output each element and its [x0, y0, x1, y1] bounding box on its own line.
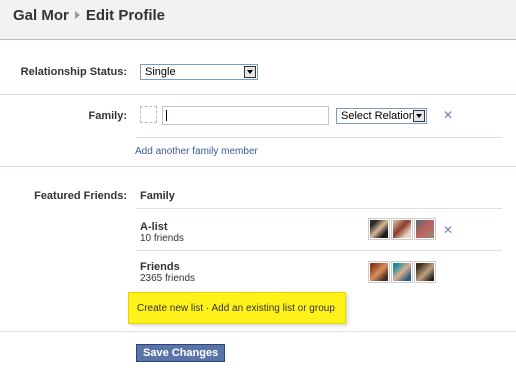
relation-select-value: Select Relation: — [341, 110, 419, 122]
friend-avatar[interactable] — [368, 218, 390, 240]
divider — [0, 94, 516, 95]
list-item-count: 10 friends — [140, 233, 184, 244]
divider — [136, 250, 502, 251]
divider — [0, 331, 516, 332]
chevron-down-icon[interactable] — [244, 66, 256, 78]
friend-avatar[interactable] — [414, 261, 436, 283]
page-header: Gal Mor Edit Profile — [0, 0, 516, 40]
family-label: Family: — [88, 110, 127, 122]
featured-friends-label: Featured Friends: — [34, 190, 127, 202]
create-list-tooltip-text[interactable]: Create new list · Add an existing list o… — [137, 303, 335, 314]
chevron-down-icon[interactable] — [413, 110, 425, 122]
divider — [136, 208, 502, 209]
breadcrumb-separator-icon — [74, 11, 80, 20]
divider — [136, 137, 502, 138]
remove-list-close-icon[interactable]: ✕ — [443, 223, 453, 237]
create-list-tooltip: Create new list · Add an existing list o… — [128, 292, 346, 324]
relation-select[interactable]: Select Relation: — [336, 108, 427, 124]
save-changes-button[interactable]: Save Changes — [136, 344, 226, 362]
page-title: Edit Profile — [85, 7, 166, 24]
friend-avatar[interactable] — [368, 261, 390, 283]
relationship-status-value: Single — [145, 66, 176, 78]
featured-family-item: Family — [140, 190, 175, 202]
relationship-status-label: Relationship Status: — [20, 66, 127, 78]
family-member-photo-placeholder — [140, 106, 157, 123]
remove-family-member-close-icon[interactable]: ✕ — [443, 108, 453, 122]
friend-avatar[interactable] — [391, 261, 413, 283]
breadcrumb-profile-name[interactable]: Gal Mor — [13, 7, 69, 24]
text-caret — [166, 110, 167, 121]
list-item-name[interactable]: A-list — [140, 221, 168, 233]
relationship-status-select[interactable]: Single — [140, 64, 258, 80]
add-family-member-link[interactable]: Add another family member — [135, 146, 258, 157]
divider — [0, 166, 516, 167]
list-item-name[interactable]: Friends — [140, 261, 180, 273]
friend-avatar[interactable] — [414, 218, 436, 240]
breadcrumb: Gal Mor Edit Profile — [13, 7, 165, 24]
list-item-count: 2365 friends — [140, 273, 196, 284]
friend-avatar[interactable] — [391, 218, 413, 240]
family-member-input[interactable] — [162, 106, 329, 125]
